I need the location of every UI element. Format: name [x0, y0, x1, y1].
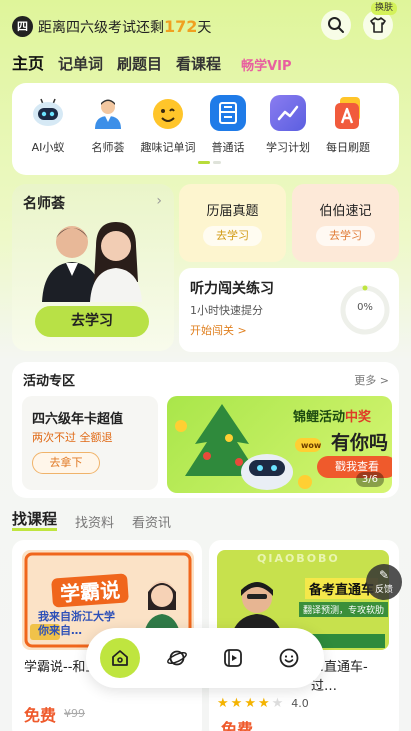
course-price: 免费 — [221, 720, 254, 731]
feature-pager — [198, 161, 221, 164]
nav-courses[interactable]: 看课程 — [176, 53, 221, 74]
listening-practice-card[interactable]: 听力闯关练习 1小时快速提分 开始闯关 > 0% — [179, 268, 399, 352]
past-exams-button[interactable]: 去学习 — [203, 226, 262, 246]
bottom-nav — [86, 628, 324, 688]
banner-page-indicator: 3/6 — [355, 472, 384, 487]
activity-title: 活动专区 — [23, 374, 76, 389]
banner-line1a: 锦鲤活动 — [293, 410, 346, 425]
promo-get-button[interactable]: 去拿下 — [32, 452, 100, 474]
activity-banner[interactable]: wow 锦鲤活动中奖 有你吗 戳我查看 3/6 — [167, 396, 392, 493]
nav-questions[interactable]: 刷题目 — [117, 53, 162, 74]
tshirt-icon — [370, 17, 386, 33]
star-icon: ★ — [271, 696, 284, 711]
promo-title: 四六级年卡超值 — [32, 412, 124, 427]
feature-label: 普通话 — [211, 141, 245, 154]
activity-zone: 活动专区 更多 > 四六级年卡超值 两次不过 全额退 去拿下 wow 锦鲤活动中… — [12, 362, 399, 498]
listening-progress-percent: 0% — [357, 302, 373, 313]
feedback-button[interactable]: ✎ 反馈 — [366, 564, 402, 600]
feature-ai-assistant[interactable]: AI小蚁 — [18, 95, 78, 155]
countdown-prefix: 距离四六级考试还剩 — [38, 20, 164, 36]
letter-a-icon — [330, 95, 366, 131]
profile-face-icon — [279, 648, 299, 668]
top-bar: 四 距离四六级考试还剩172天 换肤 — [0, 0, 411, 50]
star-icon: ★ — [230, 696, 243, 711]
video-icon — [224, 649, 242, 667]
nav-vip[interactable]: 畅学VIP — [241, 55, 291, 74]
edit-icon: ✎ — [378, 568, 390, 582]
planet-icon — [167, 650, 187, 666]
nav-vocab[interactable]: 记单词 — [58, 53, 103, 74]
nav-profile-button[interactable] — [269, 638, 309, 678]
course-thumb-title: 学霸说 — [51, 573, 129, 608]
feature-label: 趣味记单词 — [140, 141, 196, 154]
feature-mandarin[interactable]: 普通话 — [198, 95, 258, 155]
tab-find-courses[interactable]: 找课程 — [12, 510, 58, 531]
nav-home-button[interactable] — [100, 638, 140, 678]
course-thumb-sub: 翻译预测，专攻软肋 — [299, 602, 389, 617]
listening-subtitle: 1小时快速提分 — [190, 304, 263, 317]
promo-subtitle: 两次不过 全额退 — [32, 431, 113, 444]
banner-line2: 有你吗 — [331, 432, 389, 454]
star-icon: ★ — [217, 696, 229, 711]
course-thumb-brand: QIAOBOBO — [257, 552, 340, 565]
teacher-icon — [90, 95, 126, 131]
feature-daily-practice[interactable]: 每日刷题 — [318, 95, 378, 155]
quick-memorize-button[interactable]: 去学习 — [316, 226, 375, 246]
nav-home[interactable]: 主页 — [12, 50, 44, 74]
countdown-suffix: 天 — [197, 20, 212, 36]
mandarin-icon — [210, 95, 246, 131]
past-exams-card[interactable]: 历届真题 去学习 — [179, 184, 286, 262]
course-rating: ★ ★ ★ ★ ★ 4.0 — [217, 696, 309, 711]
star-icon: ★ — [244, 696, 256, 711]
home-icon — [112, 650, 128, 666]
search-icon — [328, 17, 344, 33]
countdown-days: 172 — [164, 17, 198, 36]
course-original-price: ¥99 — [64, 707, 85, 720]
content-tabs: 找课程 找资料 看资讯 — [12, 510, 171, 531]
quick-memorize-title: 伯伯速记 — [319, 204, 372, 219]
activity-more-link[interactable]: 更多 > — [354, 372, 389, 388]
skin-tag: 换肤 — [371, 2, 398, 15]
exam-countdown: 距离四六级考试还剩172天 — [38, 16, 211, 39]
feature-label: 名师荟 — [91, 141, 125, 154]
nav-discover-button[interactable] — [157, 638, 197, 678]
svg-text:wow: wow — [301, 441, 322, 450]
exam-badge: 四 — [12, 16, 33, 37]
main-nav: 主页 记单词 刷题目 看课程 畅学VIP — [12, 50, 292, 74]
past-exams-title: 历届真题 — [206, 204, 259, 219]
tab-news[interactable]: 看资讯 — [132, 512, 171, 531]
quick-memorize-card[interactable]: 伯伯速记 去学习 — [292, 184, 399, 262]
feature-label: 学习计划 — [266, 141, 310, 154]
banner-line1: 锦鲤活动中奖 — [293, 406, 371, 425]
banner-line1b: 中奖 — [345, 410, 372, 425]
teacher-study-button[interactable]: 去学习 — [35, 306, 149, 337]
course-price: 免费 — [24, 706, 57, 725]
feature-label: 每日刷题 — [326, 141, 370, 154]
feature-study-plan[interactable]: 学习计划 — [258, 95, 318, 155]
feature-teacher[interactable]: 名师荟 — [78, 95, 138, 155]
feature-grid: AI小蚁 名师荟 趣味记单词 普通话 学习计划 每日刷题 — [12, 83, 399, 175]
robot-icon — [30, 95, 66, 131]
listening-start-link[interactable]: 开始闯关 > — [190, 322, 247, 338]
nav-video-button[interactable] — [213, 638, 253, 678]
star-icon: ★ — [257, 696, 270, 711]
search-button[interactable] — [321, 10, 351, 40]
tab-find-materials[interactable]: 找资料 — [75, 512, 114, 531]
feedback-label: 反馈 — [374, 585, 393, 595]
chart-icon — [270, 95, 306, 131]
course-rating-value: 4.0 — [291, 697, 309, 710]
feature-label: AI小蚁 — [31, 141, 65, 154]
feature-fun-vocab[interactable]: 趣味记单词 — [138, 95, 198, 155]
listening-title: 听力闯关练习 — [190, 281, 274, 297]
annual-card-promo[interactable]: 四六级年卡超值 两次不过 全额退 去拿下 — [22, 396, 158, 490]
teacher-card[interactable]: 名师荟 › 去学习 — [12, 184, 174, 351]
smiley-icon — [150, 95, 186, 131]
